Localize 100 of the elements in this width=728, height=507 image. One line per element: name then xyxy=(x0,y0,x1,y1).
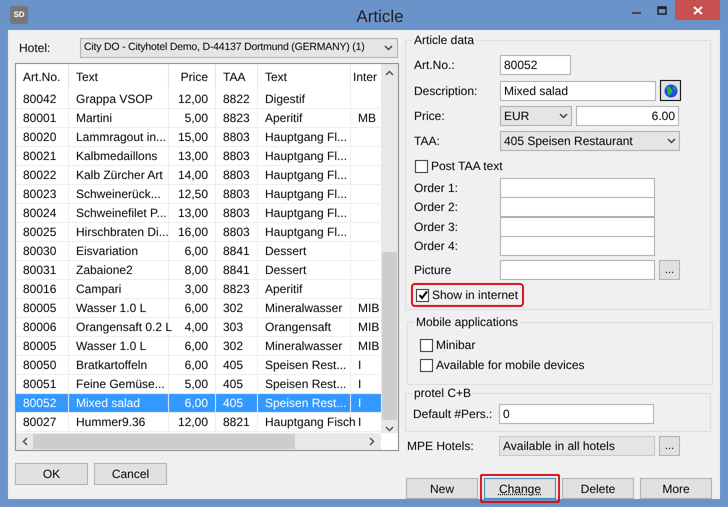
horizontal-scrollbar[interactable] xyxy=(16,433,381,450)
chevron-down-icon xyxy=(559,113,568,119)
table-cell-text: Hauptgang Fl... xyxy=(265,224,348,241)
action-button[interactable]: Change xyxy=(484,478,556,499)
currency-select[interactable]: EUR xyxy=(500,106,572,126)
table-row[interactable]: 80001 Martini 5,00 8823 Aperitif MB xyxy=(16,109,381,128)
table-row[interactable]: 80025 Hirschbraten Di... 16,00 8803 Hauptgang Fl... xyxy=(16,223,381,242)
table-cell-text: Mineralwasser xyxy=(265,338,342,355)
group-title: Article data xyxy=(412,33,476,47)
table-cell-text: 5,00 xyxy=(184,376,208,393)
close-button[interactable] xyxy=(675,0,720,20)
table-row[interactable]: 80042 Grappa VSOP 12,00 8822 Digestif xyxy=(16,90,381,109)
table-row[interactable]: 80020 Lammragout in... 15,00 8803 Hauptgang Fl... xyxy=(16,128,381,147)
ellipsis-button[interactable]: ... xyxy=(659,260,680,280)
table-row[interactable]: 80030 Eisvariation 6,00 8841 Dessert xyxy=(16,242,381,261)
input-field[interactable] xyxy=(500,260,655,280)
table-cell-text: 80031 xyxy=(23,262,56,279)
input-field[interactable]: 80052 xyxy=(500,55,571,75)
table-cell-text: MIB xyxy=(358,338,380,355)
checkbox[interactable]: Available for mobile devices xyxy=(417,355,703,375)
table-cell-text: Hummer9.36 xyxy=(76,414,146,431)
dialog-button[interactable]: Cancel xyxy=(94,463,167,485)
input-field[interactable] xyxy=(500,178,655,198)
table-cell-text: Hauptgang Fisch xyxy=(265,414,356,431)
table-cell-text: 6,00 xyxy=(184,357,208,374)
table-cell-text: I xyxy=(358,376,362,393)
table-row[interactable]: 80027 Hummer9.36 12,00 8821 Hauptgang Fisch I xyxy=(16,413,381,432)
input-field[interactable] xyxy=(500,216,655,237)
table-cell-text: Kalb Zürcher Art xyxy=(76,167,163,184)
table-cell-text: 80052 xyxy=(23,395,56,412)
table-cell-text: 8,00 xyxy=(184,262,208,279)
vertical-scrollbar[interactable] xyxy=(381,64,398,433)
table-cell-text: 13,00 xyxy=(178,148,208,165)
taa-select[interactable]: 405 Speisen Restaurant xyxy=(500,131,680,151)
table-cell-text: 302 xyxy=(223,338,244,355)
dialog-button[interactable]: OK xyxy=(15,463,88,485)
table-cell-text: Campari xyxy=(76,281,122,298)
action-button[interactable]: New xyxy=(406,478,478,499)
table-cell-text: 4,00 xyxy=(184,319,208,336)
table-cell-text: 6,00 xyxy=(184,338,208,355)
table-row[interactable]: 80006 Orangensaft 0.2 L 4,00 303 Orangensaft MIB xyxy=(16,318,381,337)
table-cell-text: 12,00 xyxy=(178,414,208,431)
checkbox[interactable]: Show in internet xyxy=(413,285,522,305)
hotel-label: Hotel: xyxy=(18,40,52,57)
group-title: protel C+B xyxy=(412,386,474,400)
table-row[interactable]: 80031 Zabaione2 8,00 8841 Dessert xyxy=(16,261,381,280)
scroll-down-icon xyxy=(385,426,394,432)
input-field[interactable] xyxy=(500,236,655,256)
field-label: Order 1: xyxy=(414,180,460,197)
table-row[interactable]: 80023 Schweinerück... 12,50 8803 Hauptgang Fl... xyxy=(16,185,381,204)
table-cell-text: 405 xyxy=(223,357,244,374)
input-field[interactable]: Mixed salad xyxy=(500,80,656,100)
table-cell-text: 80030 xyxy=(23,243,56,260)
table-cell-text: MIB xyxy=(358,319,380,336)
table-cell-text: 8841 xyxy=(223,262,250,279)
table-row[interactable]: 80021 Kalbmedaillons 13,00 8803 Hauptgang Fl... xyxy=(16,147,381,166)
table-cell-text: Speisen Rest... xyxy=(265,357,346,374)
action-button[interactable]: Delete xyxy=(562,478,634,499)
table-cell-text: Speisen Rest... xyxy=(265,395,346,412)
table-cell-text: 6,00 xyxy=(184,395,208,412)
table-cell-text: Zabaione2 xyxy=(76,262,133,279)
table-cell-text: Feine Gemüse... xyxy=(76,376,165,393)
table-cell-text: MIB xyxy=(358,300,380,317)
table-cell-text: 8803 xyxy=(223,167,250,184)
table-cell-text: Wasser 1.0 L xyxy=(76,338,146,355)
table-row[interactable]: 80005 Wasser 1.0 L 6,00 302 Mineralwasser MIB xyxy=(16,337,381,356)
table-cell-text: 8822 xyxy=(223,91,250,108)
table-cell-text: 80021 xyxy=(23,148,56,165)
table-cell-text: 80001 xyxy=(23,110,56,127)
globe-button[interactable] xyxy=(660,80,681,101)
checkbox[interactable]: Minibar xyxy=(417,335,703,355)
table-cell-text: Dessert xyxy=(265,262,306,279)
table-row[interactable]: 80050 Bratkartoffeln 6,00 405 Speisen Rest... I xyxy=(16,356,381,375)
action-button[interactable]: More xyxy=(640,478,712,499)
table-row[interactable]: 80005 Wasser 1.0 L 6,00 302 Mineralwasser MIB xyxy=(16,299,381,318)
table-row[interactable]: 80051 Feine Gemüse... 5,00 405 Speisen Rest... I xyxy=(16,375,381,394)
table-row[interactable]: 80016 Campari 3,00 8823 Aperitif xyxy=(16,280,381,299)
input-field[interactable] xyxy=(500,197,655,218)
table-cell-text: 14,00 xyxy=(178,167,208,184)
input-field[interactable]: 6.00 xyxy=(576,106,679,126)
input-field[interactable]: 0 xyxy=(499,404,654,424)
table-cell-text: Bratkartoffeln xyxy=(76,357,148,374)
table-cell-text: Hauptgang Fl... xyxy=(265,205,348,222)
field-label: Order 4: xyxy=(414,238,460,256)
mpe-hotels-field[interactable]: Available in all hotels xyxy=(499,436,655,456)
hotel-select[interactable]: City DO - Cityhotel Demo, D-44137 Dortmund (GERMANY) (1) xyxy=(80,38,398,58)
table-row[interactable]: 80024 Schweinefilet P... 13,00 8803 Hauptgang Fl... xyxy=(16,204,381,223)
table-cell-text: 3,00 xyxy=(184,281,208,298)
table-cell-text: 80016 xyxy=(23,281,56,298)
table-cell-text: Hauptgang Fl... xyxy=(265,186,348,203)
checkbox[interactable]: Post TAA text xyxy=(412,156,503,176)
scrollbar-thumb[interactable] xyxy=(382,252,397,420)
ellipsis-button[interactable]: ... xyxy=(659,436,680,456)
table-cell-text: 8841 xyxy=(223,243,250,260)
table-cell-text: I xyxy=(358,357,362,374)
scrollbar-thumb[interactable] xyxy=(33,434,295,449)
table-cell-text: Eisvariation xyxy=(76,243,138,260)
table-row[interactable]: 80022 Kalb Zürcher Art 14,00 8803 Hauptgang Fl... xyxy=(16,166,381,185)
table-cell-text: 8803 xyxy=(223,148,250,165)
table-cell-text: 8823 xyxy=(223,110,250,127)
